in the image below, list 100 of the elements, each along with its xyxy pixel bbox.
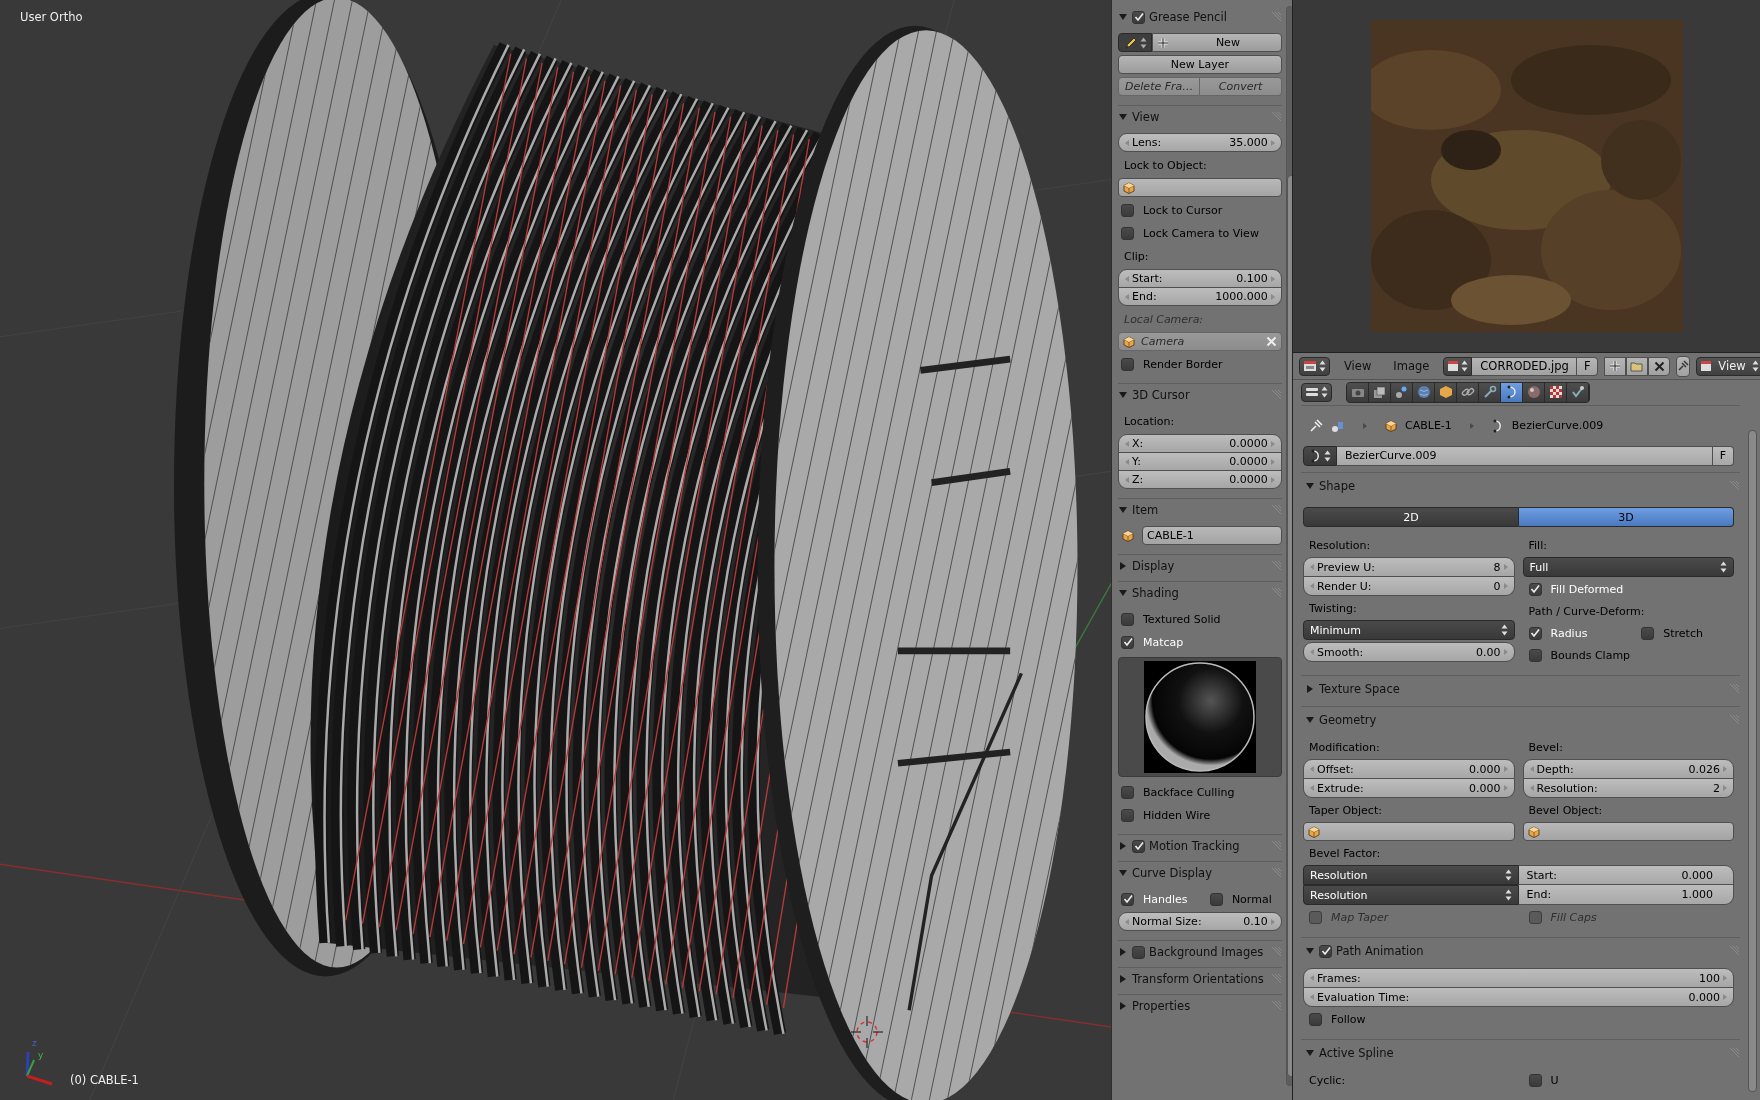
panel-title[interactable]: Path Animation [1336,944,1424,958]
checkbox-label[interactable]: U [1550,1073,1559,1087]
checkbox[interactable] [1121,635,1134,649]
checkbox[interactable] [1132,945,1145,959]
expand-arrow-icon[interactable] [1118,561,1128,571]
expand-arrow-icon[interactable] [1118,1001,1128,1011]
open-folder-button[interactable] [1626,356,1649,376]
dropdown[interactable]: Full [1522,557,1734,577]
number-field[interactable]: Start: 0.100 [1118,269,1282,288]
properties-tab[interactable] [1391,382,1413,402]
number-field[interactable]: Normal Size: 0.10 [1118,912,1282,931]
checkbox[interactable] [1121,785,1134,799]
button[interactable]: New Layer [1118,55,1282,74]
expand-arrow-icon[interactable] [1118,112,1128,122]
checkbox[interactable] [1121,612,1134,626]
menu-item[interactable]: Image [1385,359,1438,373]
pencil-dropdown[interactable] [1118,33,1152,52]
slider-field[interactable]: Start: 0.000 [1518,865,1734,885]
panel-title[interactable]: Geometry [1319,713,1377,727]
checkbox-label[interactable]: Radius [1550,626,1588,640]
checkbox[interactable] [1528,648,1542,662]
checkbox-label[interactable]: Handles [1143,892,1188,906]
checkbox[interactable] [1528,1073,1542,1087]
checkbox[interactable] [1209,892,1223,906]
editor-type-button[interactable] [1299,356,1330,376]
checkbox[interactable] [1121,808,1134,822]
expand-arrow-icon[interactable] [1118,505,1128,515]
fake-user-button[interactable]: F [1577,356,1599,376]
expand-arrow-icon[interactable] [1118,12,1128,22]
panel-title[interactable]: Texture Space [1319,682,1400,696]
name-field[interactable]: CABLE-1 [1142,526,1282,545]
properties-tab[interactable] [1479,382,1501,402]
object-field[interactable] [1522,822,1734,841]
checkbox-label[interactable]: Textured Solid [1143,612,1221,626]
number-field[interactable]: Offset: 0.000 [1303,759,1515,779]
expand-arrow-icon[interactable] [1305,946,1315,956]
close-button[interactable] [1648,356,1671,376]
checkbox[interactable] [1641,626,1655,640]
number-field[interactable]: Lens: 35.000 [1118,133,1282,152]
expand-arrow-icon[interactable] [1118,974,1128,984]
number-field[interactable]: X: 0.0000 [1118,434,1282,453]
checkbox[interactable] [1528,582,1542,596]
panel-title[interactable]: Shape [1319,479,1355,493]
dropdown[interactable]: Resolution [1303,865,1519,885]
editor-type-button[interactable] [1301,382,1332,402]
toggle-option[interactable]: 3D [1519,507,1734,527]
mode-dropdown[interactable]: View [1696,356,1760,376]
expand-arrow-icon[interactable] [1118,588,1128,598]
properties-tab[interactable] [1435,382,1457,402]
panel-title[interactable]: Grease Pencil [1149,10,1227,24]
number-field[interactable]: Resolution: 2 [1522,779,1734,798]
properties-tab[interactable] [1567,382,1589,402]
pin-icon[interactable] [1309,418,1323,433]
checkbox-label[interactable]: Bounds Clamp [1550,648,1631,662]
number-field[interactable]: Y: 0.0000 [1118,453,1282,471]
checkbox-label[interactable]: Fill Deformed [1550,582,1624,596]
image-name-field[interactable]: CORRODED.jpg [1472,356,1578,376]
number-field[interactable]: Render U: 0 [1303,577,1515,596]
expand-arrow-icon[interactable] [1305,715,1315,725]
checkbox[interactable] [1121,357,1134,371]
expand-arrow-icon[interactable] [1305,481,1315,491]
checkbox-label[interactable]: Render Border [1143,357,1223,371]
expand-arrow-icon[interactable] [1305,1048,1315,1058]
number-field[interactable]: Extrude: 0.000 [1303,779,1515,798]
checkbox-label[interactable]: Lock to Cursor [1143,203,1223,217]
panel-title[interactable]: Display [1132,559,1175,573]
object-field[interactable] [1303,822,1515,841]
checkbox[interactable] [1132,839,1145,853]
panel-title[interactable]: Background Images [1149,945,1264,959]
checkbox-label[interactable]: Follow [1331,1012,1366,1026]
panel-title[interactable]: Motion Tracking [1149,839,1240,853]
panel-title[interactable]: Transform Orientations [1132,972,1264,986]
checkbox[interactable] [1528,626,1542,640]
checkbox-label[interactable]: Matcap [1143,635,1184,649]
checkbox[interactable] [1121,892,1134,906]
fake-user-button[interactable]: F [1713,445,1734,466]
checkbox[interactable] [1132,10,1145,24]
checkbox-label[interactable]: Hidden Wire [1143,808,1211,822]
checkbox[interactable] [1319,944,1332,958]
expand-arrow-icon[interactable] [1118,947,1128,957]
number-field[interactable]: End: 1000.000 [1118,288,1282,306]
properties-tab[interactable] [1523,382,1545,402]
panel-title[interactable]: 3D Cursor [1132,388,1190,402]
panel-title[interactable]: Shading [1132,586,1179,600]
toggle-option[interactable]: 2D [1303,507,1519,527]
object-field[interactable] [1118,178,1282,197]
slider-field[interactable]: End: 1.000 [1518,885,1734,905]
expand-arrow-icon[interactable] [1118,841,1128,851]
checkbox-label[interactable]: Lock Camera to View [1143,226,1259,240]
properties-tab[interactable] [1369,382,1391,402]
checkbox-label[interactable]: Normal [1231,892,1272,906]
checkbox[interactable] [1121,203,1134,217]
image-browse-button[interactable] [1443,356,1473,376]
expand-arrow-icon[interactable] [1118,390,1128,400]
new-button[interactable]: New [1152,33,1282,52]
menu-item[interactable]: View [1336,359,1380,373]
checkbox-label[interactable]: Backface Culling [1143,785,1235,799]
panel-title[interactable]: View [1132,110,1160,124]
dropdown[interactable]: Minimum [1303,620,1515,640]
checkbox-label[interactable]: Stretch [1663,626,1703,640]
